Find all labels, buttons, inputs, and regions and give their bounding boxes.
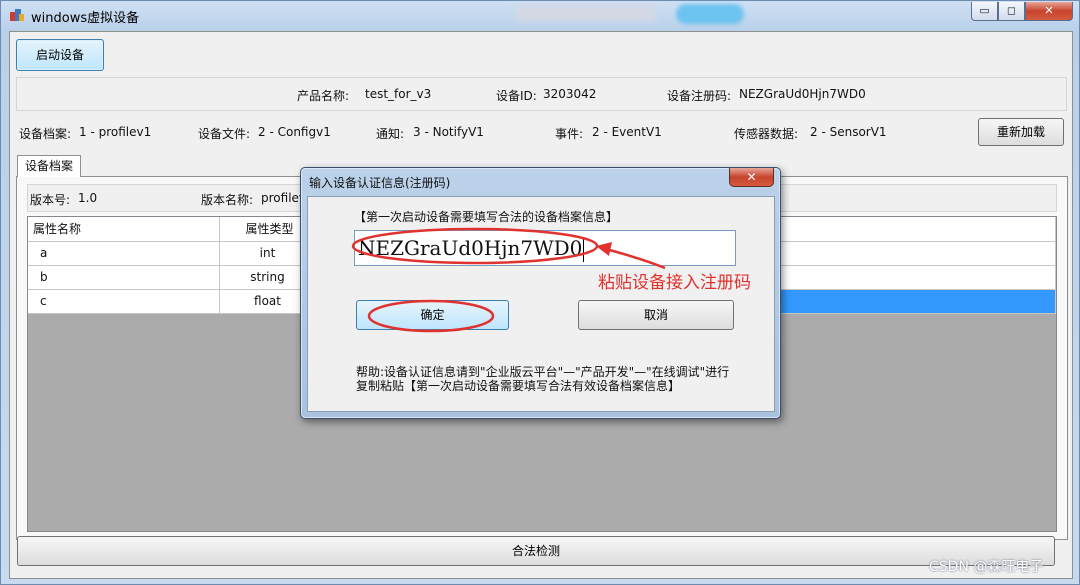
config-label: 设备文件: xyxy=(198,127,251,141)
dialog-heading: 【第一次启动设备需要填写合法的设备档案信息】 xyxy=(354,210,619,224)
device-id-label: 设备ID: xyxy=(496,89,537,103)
sensor-label: 传感器数据: xyxy=(734,127,799,141)
dialog-body: 【第一次启动设备需要填写合法的设备档案信息】 NEZGraUd0Hjn7WD0 … xyxy=(307,196,775,412)
ok-button[interactable]: 确定 xyxy=(356,300,509,330)
reg-code-label: 设备注册码: xyxy=(667,89,732,103)
close-icon: ✕ xyxy=(1044,4,1054,17)
start-device-button[interactable]: 启动设备 xyxy=(16,39,104,71)
product-name-label: 产品名称: xyxy=(297,89,350,103)
blurred-title-area xyxy=(516,5,656,21)
window-title: windows虚拟设备 xyxy=(31,11,140,26)
minimize-button[interactable]: ▭ xyxy=(971,2,998,21)
event-label: 事件: xyxy=(555,127,584,141)
column-header-name[interactable]: 属性名称 xyxy=(28,217,220,242)
notify-label: 通知: xyxy=(376,127,405,141)
registration-code-input[interactable]: NEZGraUd0Hjn7WD0 xyxy=(354,230,736,266)
dialog-title: 输入设备认证信息(注册码) xyxy=(309,176,451,190)
help-line-1: 帮助:设备认证信息请到"企业版云平台"—"产品开发"—"在线调试"进行 xyxy=(356,365,730,379)
registration-code-text: NEZGraUd0Hjn7WD0 xyxy=(358,236,583,260)
device-id-value: 3203042 xyxy=(543,87,597,101)
dialog-help-text: 帮助:设备认证信息请到"企业版云平台"—"产品开发"—"在线调试"进行 复制粘贴… xyxy=(356,365,766,393)
notify-value: 3 - NotifyV1 xyxy=(413,125,484,139)
close-icon: ✕ xyxy=(746,170,757,184)
maximize-button[interactable]: ◻ xyxy=(998,2,1025,21)
product-name-value: test_for_v3 xyxy=(365,87,432,101)
annotation-text: 粘贴设备接入注册码 xyxy=(598,273,751,293)
blurred-badge xyxy=(676,4,744,24)
config-value: 2 - Configv1 xyxy=(258,125,331,139)
dialog-close-button[interactable]: ✕ xyxy=(729,168,774,187)
profile-label: 设备档案: xyxy=(19,127,72,141)
auth-dialog: 输入设备认证信息(注册码) ✕ 【第一次启动设备需要填写合法的设备档案信息】 N… xyxy=(300,167,781,419)
cell-name[interactable]: c xyxy=(28,289,220,314)
event-value: 2 - EventV1 xyxy=(592,125,662,139)
sensor-value: 2 - SensorV1 xyxy=(810,125,887,139)
version-no-value: 1.0 xyxy=(78,191,98,205)
validity-check-button[interactable]: 合法检测 xyxy=(17,536,1055,566)
cell-name[interactable]: b xyxy=(28,265,220,290)
minimize-icon: ▭ xyxy=(979,4,990,17)
close-button[interactable]: ✕ xyxy=(1025,2,1073,21)
text-caret xyxy=(583,237,585,262)
cell-name[interactable]: a xyxy=(28,241,220,266)
product-info-panel: 产品名称: test_for_v3 设备ID: 3203042 设备注册码: N… xyxy=(16,77,1067,111)
version-name-label: 版本名称: xyxy=(201,193,254,207)
reload-button[interactable]: 重新加载 xyxy=(978,118,1064,146)
cancel-button[interactable]: 取消 xyxy=(578,300,734,330)
title-bar: windows虚拟设备 ▭ ◻ ✕ xyxy=(1,1,1079,29)
reg-code-value: NEZGraUd0Hjn7WD0 xyxy=(739,87,866,101)
app-icon xyxy=(10,9,24,21)
version-no-label: 版本号: xyxy=(30,193,71,207)
help-line-2: 复制粘贴【第一次启动设备需要填写合法有效设备档案信息】 xyxy=(356,379,681,393)
profile-value: 1 - profilev1 xyxy=(79,125,152,139)
maximize-icon: ◻ xyxy=(1006,4,1017,17)
tab-device-profile[interactable]: 设备档案 xyxy=(17,155,81,177)
watermark: CSDN @森旺电子 xyxy=(929,559,1044,575)
